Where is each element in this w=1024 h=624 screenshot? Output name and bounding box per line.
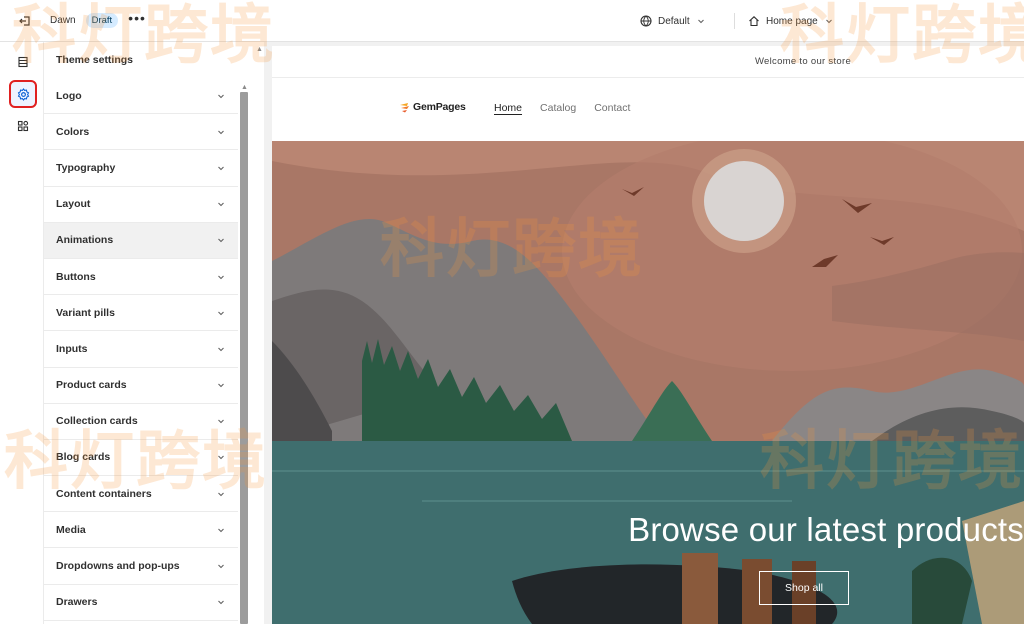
settings-item-label: Media: [56, 523, 86, 536]
settings-item-drawers[interactable]: Drawers: [44, 585, 238, 621]
chevron-down-icon: [218, 419, 224, 424]
settings-item-label: Dropdowns and pop-ups: [56, 560, 180, 573]
chevron-down-icon: [218, 347, 224, 352]
sections-icon: [18, 56, 28, 68]
hero-title: Browse our latest products: [628, 511, 1024, 548]
settings-item-label: Variant pills: [56, 306, 115, 319]
logo-text: GemPages: [413, 101, 466, 113]
chevron-down-icon: [218, 202, 224, 207]
settings-item-blog-cards[interactable]: Blog cards: [44, 440, 238, 477]
theme-settings-panel: Theme settings ▲ Logo Colors Typography …: [44, 42, 264, 624]
store-logo[interactable]: GemPages: [399, 101, 466, 113]
settings-item-label: Blog cards: [56, 451, 111, 464]
scroll-up-arrow[interactable]: ▲: [256, 46, 263, 53]
chevron-down-icon: [825, 19, 832, 24]
sections-button[interactable]: [9, 48, 37, 76]
panel-title: Theme settings: [56, 54, 134, 66]
apps-button[interactable]: [9, 112, 37, 140]
chevron-down-icon: [697, 19, 704, 24]
chevron-down-icon: [218, 130, 224, 135]
settings-item-label: Buttons: [56, 270, 96, 283]
scrollbar-up-arrow[interactable]: ▲: [241, 84, 248, 91]
shop-all-button[interactable]: Shop all: [759, 571, 849, 605]
chevron-down-icon: [218, 94, 224, 98]
nav-link-contact[interactable]: Contact: [594, 102, 630, 114]
apps-icon: [17, 120, 29, 132]
hero-illustration: [272, 141, 1024, 624]
settings-item-label: Layout: [56, 198, 91, 211]
globe-icon: [640, 15, 652, 27]
top-bar: Dawn Draft ••• Default Home page: [0, 0, 1024, 42]
settings-item-label: Drawers: [56, 596, 98, 609]
chevron-down-icon: [218, 238, 224, 243]
exit-icon: [19, 15, 30, 26]
chevron-down-icon: [218, 456, 224, 460]
icon-rail: [0, 42, 44, 624]
page-selector[interactable]: Home page: [748, 0, 834, 42]
theme-editor: Dawn Draft ••• Default Home page Theme s…: [0, 0, 1024, 624]
settings-item-typography[interactable]: Typography: [44, 150, 238, 187]
gear-icon: [17, 87, 29, 101]
settings-item-collection-cards[interactable]: Collection cards: [44, 404, 238, 440]
chevron-down-icon: [218, 383, 224, 388]
chevron-down-icon: [218, 492, 224, 496]
viewport-selector[interactable]: Default: [640, 0, 706, 42]
theme-settings-button[interactable]: [9, 80, 37, 108]
settings-item-media[interactable]: Media: [44, 512, 238, 549]
store-preview: Welcome to our store GemPages Home Catal…: [272, 46, 1024, 624]
more-actions-button[interactable]: •••: [128, 11, 146, 28]
settings-item-label: Content containers: [56, 487, 152, 500]
gempages-logo-icon: [400, 102, 409, 112]
settings-item-dropdowns[interactable]: Dropdowns and pop-ups: [44, 548, 238, 585]
settings-item-product-cards[interactable]: Product cards: [44, 368, 238, 404]
settings-item-logo[interactable]: Logo: [44, 78, 238, 115]
scrollbar-thumb[interactable]: [240, 92, 248, 624]
settings-item-animations[interactable]: Animations: [44, 222, 238, 259]
chevron-down-icon: [218, 528, 224, 533]
status-badge: Draft: [85, 13, 119, 28]
settings-item-label: Inputs: [56, 342, 88, 355]
settings-item-layout[interactable]: Layout: [44, 187, 238, 223]
theme-name: Dawn: [50, 15, 76, 26]
settings-item-label: Typography: [56, 161, 116, 174]
chevron-down-icon: [218, 600, 224, 605]
announcement-bar: Welcome to our store: [272, 46, 1024, 78]
page-label: Home page: [766, 15, 818, 27]
viewport-label: Default: [658, 15, 690, 27]
store-header: GemPages Home Catalog Contact: [272, 78, 1024, 141]
settings-item-label: Product cards: [56, 379, 127, 392]
chevron-down-icon: [218, 275, 224, 279]
nav-link-catalog[interactable]: Catalog: [540, 102, 576, 114]
settings-item-label: Animations: [56, 234, 114, 247]
settings-item-label: Collection cards: [56, 415, 138, 428]
chevron-down-icon: [218, 564, 224, 569]
store-nav: Home Catalog Contact: [494, 102, 630, 114]
settings-item-variant-pills[interactable]: Variant pills: [44, 295, 238, 332]
hero-banner: Browse our latest products Shop all: [272, 141, 1024, 624]
settings-item-content-containers[interactable]: Content containers: [44, 476, 238, 513]
settings-item-label: Logo: [56, 89, 82, 102]
nav-link-home[interactable]: Home: [494, 102, 522, 114]
chevron-down-icon: [218, 166, 224, 171]
settings-item-colors[interactable]: Colors: [44, 114, 238, 151]
settings-list: Logo Colors Typography Layout Animations…: [44, 78, 238, 621]
settings-item-label: Colors: [56, 125, 90, 138]
divider: [734, 13, 735, 29]
settings-item-buttons[interactable]: Buttons: [44, 259, 238, 296]
settings-item-inputs[interactable]: Inputs: [44, 331, 238, 368]
chevron-down-icon: [218, 311, 224, 315]
home-icon: [749, 16, 759, 27]
exit-button[interactable]: [12, 8, 38, 34]
